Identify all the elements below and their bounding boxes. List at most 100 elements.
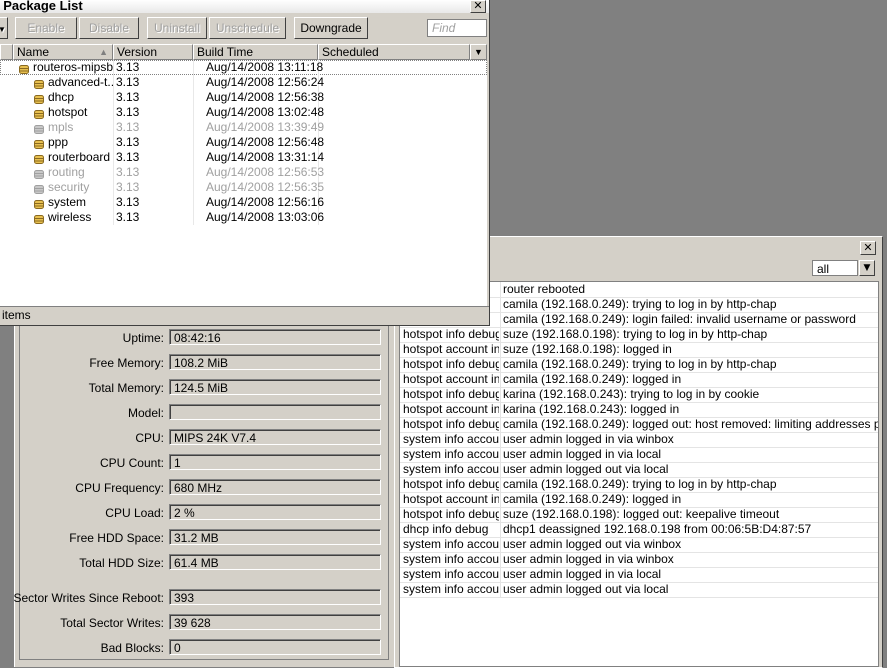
column-divider (500, 537, 501, 552)
log-topics: hotspot info debug (403, 387, 499, 401)
log-entry[interactable]: system info account user admin logged out… (400, 462, 878, 478)
close-icon[interactable]: ✕ (860, 241, 876, 255)
package-version: 3.13 (116, 210, 140, 224)
resource-row: Free Memory: 108.2 MiB (15, 354, 396, 372)
filter-menu-icon[interactable]: ▼ (0, 17, 8, 39)
log-filter-select[interactable]: all (812, 260, 858, 276)
column-divider (500, 567, 501, 582)
log-entry[interactable]: hotspot info debug camila (192.168.0.249)… (400, 477, 878, 493)
resource-row: CPU: MIPS 24K V7.4 (15, 429, 396, 447)
log-message: camila (192.168.0.249): trying to log in… (503, 477, 777, 491)
column-divider (193, 75, 194, 90)
package-name: ppp (48, 135, 69, 149)
resource-label: Free HDD Space: (69, 531, 164, 545)
package-version: 3.13 (116, 150, 140, 164)
log-topics: hotspot info debug (403, 417, 499, 431)
column-divider (500, 432, 501, 447)
package-version: 3.13 (116, 195, 140, 209)
log-message: suze (192.168.0.198): logged in (503, 342, 672, 356)
column-divider (500, 372, 501, 387)
column-header-version[interactable]: Version (113, 44, 193, 60)
resource-label: CPU Count: (99, 456, 164, 470)
column-header-scheduled[interactable]: Scheduled (318, 44, 470, 60)
package-row[interactable]: security 3.13 Aug/14/2008 12:56:35 (0, 180, 487, 195)
package-build-time: Aug/14/2008 12:56:16 (206, 195, 325, 209)
uninstall-button[interactable]: Uninstall (147, 17, 207, 39)
resource-value: 31.2 MB (169, 529, 381, 545)
resource-row: CPU Frequency: 680 MHz (15, 479, 396, 497)
unschedule-button[interactable]: Unschedule (209, 17, 286, 39)
log-entry[interactable]: hotspot account in... camila (192.168.0.2… (400, 372, 878, 388)
column-divider (500, 282, 501, 297)
enable-button[interactable]: Enable (15, 17, 77, 39)
disable-button[interactable]: Disable (79, 17, 139, 39)
resource-value: 39 628 (169, 614, 381, 630)
log-entry[interactable]: hotspot info debug suze (192.168.0.198): … (400, 327, 878, 343)
package-row[interactable]: advanced-t... 3.13 Aug/14/2008 12:56:24 (0, 75, 487, 90)
log-entry[interactable]: hotspot info debug camila (192.168.0.249)… (400, 417, 878, 433)
package-list-titlebar[interactable]: l Package List ✕ (0, 0, 489, 13)
columns-menu-icon[interactable]: ▼ (470, 44, 487, 60)
log-entry[interactable]: system info account user admin logged in … (400, 567, 878, 583)
dropdown-arrow-icon[interactable]: ▼ (859, 260, 875, 276)
package-row[interactable]: ppp 3.13 Aug/14/2008 12:56:48 (0, 135, 487, 150)
package-row[interactable]: hotspot 3.13 Aug/14/2008 13:02:48 (0, 105, 487, 120)
package-row[interactable]: routeros-mipsbe 3.13 Aug/14/2008 13:11:18 (0, 60, 487, 75)
package-build-time: Aug/14/2008 12:56:53 (206, 165, 325, 179)
package-build-time: Aug/14/2008 12:56:38 (206, 90, 325, 104)
package-row[interactable]: system 3.13 Aug/14/2008 12:56:16 (0, 195, 487, 210)
resource-label: Model: (127, 406, 164, 420)
resource-label: CPU Load: (105, 506, 164, 520)
log-entry[interactable]: hotspot account in... suze (192.168.0.198… (400, 342, 878, 358)
log-entry[interactable]: system info account user admin logged in … (400, 432, 878, 448)
resource-value: 393 (169, 589, 381, 605)
log-message: camila (192.168.0.249): logged in (503, 372, 682, 386)
log-list[interactable]: router rebooted camila (192.168.0.249): t… (399, 281, 879, 667)
package-version: 3.13 (116, 165, 140, 179)
column-divider (193, 195, 194, 210)
log-entry[interactable]: hotspot info debug karina (192.168.0.243)… (400, 387, 878, 403)
column-divider (193, 150, 194, 165)
column-header-name[interactable]: Name ▲ (13, 44, 113, 60)
log-entry[interactable]: hotspot account in... camila (192.168.0.2… (400, 492, 878, 508)
log-entry[interactable]: hotspot account in... karina (192.168.0.2… (400, 402, 878, 418)
resource-value: 680 MHz (169, 479, 381, 495)
log-topics: hotspot info debug (403, 507, 499, 521)
column-divider (500, 552, 501, 567)
resource-value: 0 (169, 639, 381, 655)
column-divider (113, 105, 114, 120)
column-divider (500, 327, 501, 342)
resource-row: Bad Blocks: 0 (15, 639, 396, 657)
package-icon (34, 123, 44, 134)
log-topics: hotspot account in... (403, 492, 499, 506)
package-name: system (48, 195, 87, 209)
package-name: routerboard (48, 150, 111, 164)
log-entry[interactable]: system info account user admin logged in … (400, 552, 878, 568)
package-row[interactable]: dhcp 3.13 Aug/14/2008 12:56:38 (0, 90, 487, 105)
log-entry[interactable]: system info account user admin logged out… (400, 537, 878, 553)
log-entry[interactable]: dhcp info debug dhcp1 deassigned 192.168.… (400, 522, 878, 538)
log-entry[interactable]: system info account user admin logged in … (400, 447, 878, 463)
package-row[interactable]: wireless 3.13 Aug/14/2008 13:03:06 (0, 210, 487, 225)
resource-row: Total HDD Size: 61.4 MB (15, 554, 396, 572)
log-entry[interactable]: system info account user admin logged out… (400, 582, 878, 598)
column-divider (500, 447, 501, 462)
close-icon[interactable]: ✕ (470, 0, 486, 13)
package-row[interactable]: mpls 3.13 Aug/14/2008 13:39:49 (0, 120, 487, 135)
log-entry[interactable]: hotspot info debug camila (192.168.0.249)… (400, 357, 878, 373)
downgrade-button[interactable]: Downgrade (294, 17, 368, 39)
package-row[interactable]: routing 3.13 Aug/14/2008 12:56:53 (0, 165, 487, 180)
find-input[interactable]: Find (427, 19, 487, 37)
package-list[interactable]: routeros-mipsbe 3.13 Aug/14/2008 13:11:18 a… (0, 60, 487, 306)
column-header-build-time[interactable]: Build Time (193, 44, 318, 60)
package-version: 3.13 (116, 180, 140, 194)
log-topics: dhcp info debug (403, 522, 489, 536)
sort-ascending-icon: ▲ (99, 47, 108, 57)
log-entry[interactable]: hotspot info debug suze (192.168.0.198): … (400, 507, 878, 523)
package-version: 3.13 (116, 75, 140, 89)
package-name: hotspot (48, 105, 88, 119)
column-header-blank[interactable] (0, 44, 13, 60)
package-row[interactable]: routerboard 3.13 Aug/14/2008 13:31:14 (0, 150, 487, 165)
package-version: 3.13 (116, 135, 140, 149)
resource-value: 08:42:16 (169, 329, 381, 345)
